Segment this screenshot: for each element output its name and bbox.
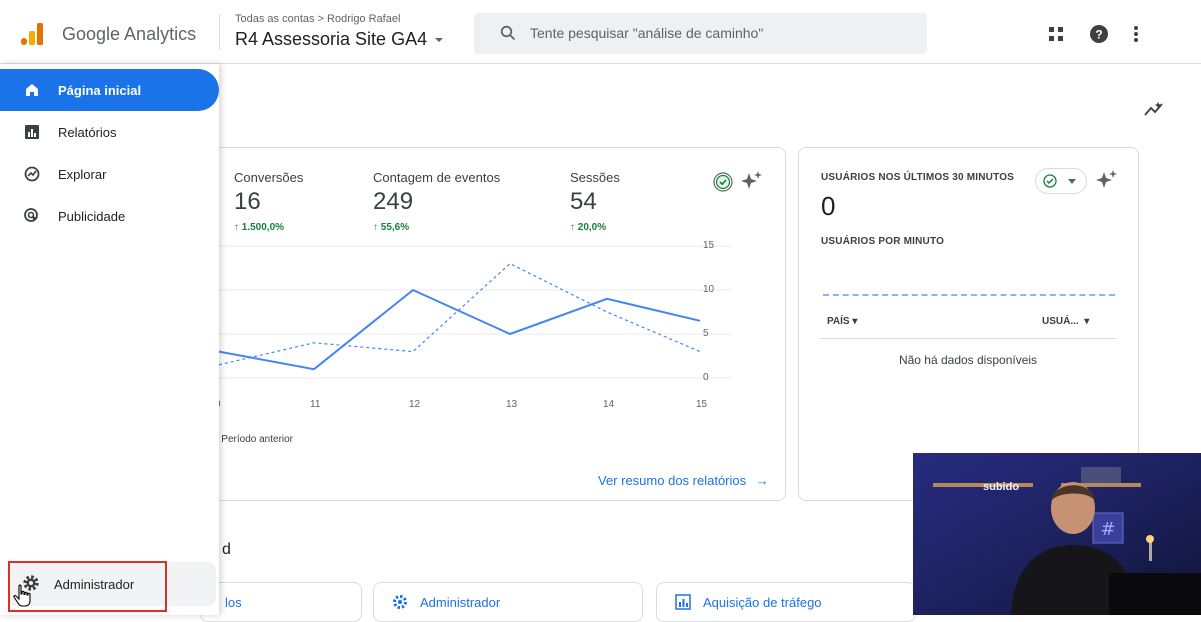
arrow-right-icon: → <box>755 473 769 488</box>
x-tick-label: 13 <box>506 399 518 410</box>
sidebar-item-label: Relatórios <box>58 124 117 140</box>
gear-icon <box>393 595 407 609</box>
metric-value: 54 <box>570 188 597 215</box>
bottom-card-reports[interactable]: los <box>200 582 362 622</box>
metric-label: Conversões <box>234 170 304 185</box>
sidebar-item-explore[interactable]: Explorar <box>0 153 219 195</box>
header-divider <box>219 14 220 50</box>
overview-card: Conversões 16 ↑ 1.500,0% Contagem de eve… <box>200 147 786 501</box>
sidebar-item-reports[interactable]: Relatórios <box>0 111 219 153</box>
metric-label: Sessões <box>570 170 620 185</box>
x-tick-label: 12 <box>409 399 421 410</box>
brand-name: Google Analytics <box>62 24 197 44</box>
previous-period-line <box>218 262 701 366</box>
sparkle-icon[interactable] <box>741 170 763 192</box>
y-tick-label: 10 <box>703 284 715 295</box>
analytics-logo-icon[interactable] <box>20 22 44 46</box>
x-tick-label: 15 <box>696 399 708 410</box>
y-tick-label: 0 <box>703 372 709 383</box>
realtime-status-dropdown[interactable] <box>1035 168 1087 194</box>
metric-delta: ↑ 55,6% <box>373 222 410 233</box>
sidebar-item-home[interactable]: Página inicial <box>0 69 219 111</box>
webcam-picture: # <box>913 453 1201 615</box>
search-icon <box>500 25 516 41</box>
y-tick-label: 15 <box>703 240 715 251</box>
sidebar-item-label: Explorar <box>58 166 107 182</box>
check-circle-icon[interactable] <box>713 172 733 192</box>
legend-previous-label: Período anterior <box>221 434 294 445</box>
metric-delta: ↑ 1.500,0% <box>234 222 285 233</box>
table-divider <box>819 338 1117 339</box>
column-users-label: USUÁ... <box>1042 316 1079 327</box>
property-selector[interactable]: R4 Assessoria Site GA4 <box>235 29 444 50</box>
svg-text:#: # <box>1100 519 1115 540</box>
column-country-header[interactable]: PAÍS ▾ <box>827 316 857 327</box>
realtime-title: USUÁRIOS NOS ÚLTIMOS 30 MINUTOS <box>821 172 1015 183</box>
legend-previous: • Período anterior <box>215 434 293 445</box>
webcam-brand-text: subido <box>983 481 1020 493</box>
bottom-card-label: los <box>225 594 242 610</box>
svg-text:?: ? <box>1095 28 1102 42</box>
search-bar[interactable] <box>474 13 927 54</box>
metric-value: 16 <box>234 188 261 215</box>
explore-icon <box>22 164 42 184</box>
metric-label: Contagem de eventos <box>373 170 501 185</box>
hand-cursor-icon <box>13 584 31 607</box>
sparkle-icon[interactable] <box>1096 169 1118 191</box>
x-tick-label: 11 <box>310 399 321 410</box>
apps-grid-icon[interactable] <box>1048 26 1064 42</box>
realtime-subtitle: USUÁRIOS POR MINUTO <box>821 236 945 247</box>
top-bar: Google Analytics Todas as contas > Rodri… <box>0 0 1201 64</box>
reports-icon <box>22 122 42 142</box>
advertising-icon <box>22 206 42 226</box>
navigation-sidebar: Página inicial Relatórios Explorar Publi… <box>0 64 219 615</box>
bottom-card-traffic[interactable]: Aquisição de tráfego <box>656 582 916 622</box>
empty-state: Não há dados disponíveis <box>898 353 1038 367</box>
sidebar-item-label: Página inicial <box>58 82 142 98</box>
column-country-label: PAÍS <box>827 316 850 327</box>
account-breadcrumb[interactable]: Todas as contas > Rodrigo Rafael <box>235 13 400 25</box>
view-reports-summary-link[interactable]: Ver resumo dos relatórios → <box>598 473 769 488</box>
more-vert-icon[interactable] <box>1133 25 1139 43</box>
check-circle-icon <box>1043 174 1057 188</box>
view-reports-summary-label: Ver resumo dos relatórios <box>598 473 747 488</box>
x-tick-label: 14 <box>603 399 615 410</box>
overview-line-chart <box>218 245 731 379</box>
realtime-users-value: 0 <box>821 191 836 221</box>
chevron-down-icon <box>1068 179 1076 184</box>
home-icon <box>22 80 42 100</box>
realtime-card: USUÁRIOS NOS ÚLTIMOS 30 MINUTOS 0 USUÁRI… <box>798 147 1139 501</box>
metric-value: 249 <box>373 188 414 215</box>
sidebar-item-label: Publicidade <box>58 208 126 224</box>
section-title: d <box>222 541 231 558</box>
help-icon[interactable]: ? <box>1090 25 1108 43</box>
chevron-down-icon <box>435 38 444 42</box>
y-tick-label: 5 <box>703 328 709 339</box>
search-input[interactable] <box>530 21 910 45</box>
column-users-header[interactable]: USUÁ... ▾ <box>1042 316 1089 327</box>
insights-icon[interactable] <box>1144 101 1164 117</box>
current-period-line <box>218 288 701 371</box>
report-icon <box>675 594 691 610</box>
users-per-minute-bar <box>823 294 1115 296</box>
bottom-card-admin[interactable]: Administrador <box>373 582 643 622</box>
bottom-card-label: Aquisição de tráfego <box>703 594 822 610</box>
bottom-card-label: Administrador <box>420 594 501 610</box>
property-name: R4 Assessoria Site GA4 <box>235 29 428 49</box>
metric-delta: ↑ 20,0% <box>570 222 607 233</box>
sidebar-item-advertising[interactable]: Publicidade <box>0 195 219 237</box>
webcam-overlay: # subido <box>913 453 1201 615</box>
